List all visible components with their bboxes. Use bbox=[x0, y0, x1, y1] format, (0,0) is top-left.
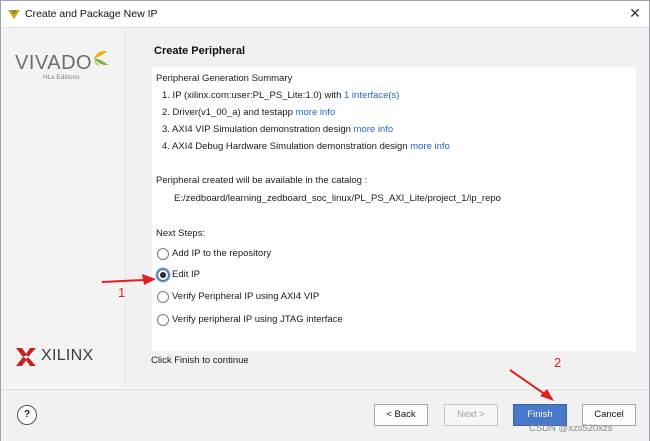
back-button[interactable]: < Back bbox=[374, 404, 428, 426]
xilinx-x-icon bbox=[16, 348, 36, 366]
help-icon: ? bbox=[23, 409, 31, 420]
summary-item-text: 4. AXI4 Debug Hardware Simulation demons… bbox=[162, 141, 411, 152]
annotation-arrow-2 bbox=[509, 369, 554, 401]
summary-item-debug-sim: 4. AXI4 Debug Hardware Simulation demons… bbox=[162, 141, 450, 152]
summary-panel: Peripheral Generation Summary 1. IP (xil… bbox=[152, 67, 636, 351]
xilinx-wordmark: XILINX bbox=[41, 347, 94, 364]
next-steps-label: Next Steps: bbox=[156, 228, 206, 239]
close-button[interactable]: ✕ bbox=[621, 1, 649, 27]
left-branding-pane: VIVADO HLx Editions XILINX bbox=[1, 28, 126, 388]
summary-item-text: 3. AXI4 VIP Simulation demonstration des… bbox=[162, 124, 354, 135]
main-content: Create Peripheral Peripheral Generation … bbox=[126, 28, 649, 388]
vivado-app-icon bbox=[8, 10, 20, 19]
next-button[interactable]: Next > bbox=[444, 404, 498, 426]
window-title: Create and Package New IP bbox=[25, 8, 158, 20]
page-title: Create Peripheral bbox=[154, 45, 246, 57]
annotation-number-1: 1 bbox=[118, 285, 126, 300]
hlx-editions-label: HLx Editions bbox=[43, 74, 80, 81]
debug-more-info-link[interactable]: more info bbox=[410, 141, 450, 152]
vivado-logo: VIVADO HLx Editions bbox=[15, 48, 115, 88]
catalog-path: E:/zedboard/learning_zedboard_soc_linux/… bbox=[174, 193, 501, 204]
option-label: Verify Peripheral IP using AXI4 VIP bbox=[172, 291, 320, 302]
radio-verify-jtag[interactable] bbox=[157, 314, 169, 326]
interfaces-link[interactable]: 1 interface(s) bbox=[344, 90, 399, 101]
finish-hint: Click Finish to continue bbox=[151, 355, 249, 366]
vivado-leaf-icon bbox=[94, 50, 108, 67]
summary-item-text: 1. IP (xilinx.com:user:PL_PS_Lite:1.0) w… bbox=[162, 90, 344, 101]
summary-item-driver: 2. Driver(v1_00_a) and testapp more info bbox=[162, 107, 335, 118]
option-label: Edit IP bbox=[172, 269, 200, 280]
driver-more-info-link[interactable]: more info bbox=[296, 107, 336, 118]
summary-item-text: 2. Driver(v1_00_a) and testapp bbox=[162, 107, 296, 118]
vip-more-info-link[interactable]: more info bbox=[354, 124, 394, 135]
radio-add-ip[interactable] bbox=[157, 248, 169, 260]
summary-item-vip-sim: 3. AXI4 VIP Simulation demonstration des… bbox=[162, 124, 393, 135]
help-button[interactable]: ? bbox=[17, 405, 37, 425]
radio-verify-vip[interactable] bbox=[157, 291, 169, 303]
option-label: Add IP to the repository bbox=[172, 248, 272, 259]
close-icon: ✕ bbox=[629, 5, 641, 21]
annotation-arrow-1 bbox=[101, 274, 156, 285]
summary-item-ip: 1. IP (xilinx.com:user:PL_PS_Lite:1.0) w… bbox=[162, 90, 399, 101]
xilinx-logo: XILINX bbox=[15, 345, 115, 369]
summary-title: Peripheral Generation Summary bbox=[156, 73, 293, 84]
vivado-wordmark: VIVADO bbox=[15, 52, 93, 74]
annotation-number-2: 2 bbox=[554, 355, 562, 370]
title-bar: Create and Package New IP ✕ bbox=[1, 1, 649, 28]
catalog-note: Peripheral created will be available in … bbox=[156, 175, 368, 186]
option-label: Verify peripheral IP using JTAG interfac… bbox=[172, 314, 343, 325]
csdn-watermark: CSDN @xzs520xzs bbox=[529, 423, 613, 434]
